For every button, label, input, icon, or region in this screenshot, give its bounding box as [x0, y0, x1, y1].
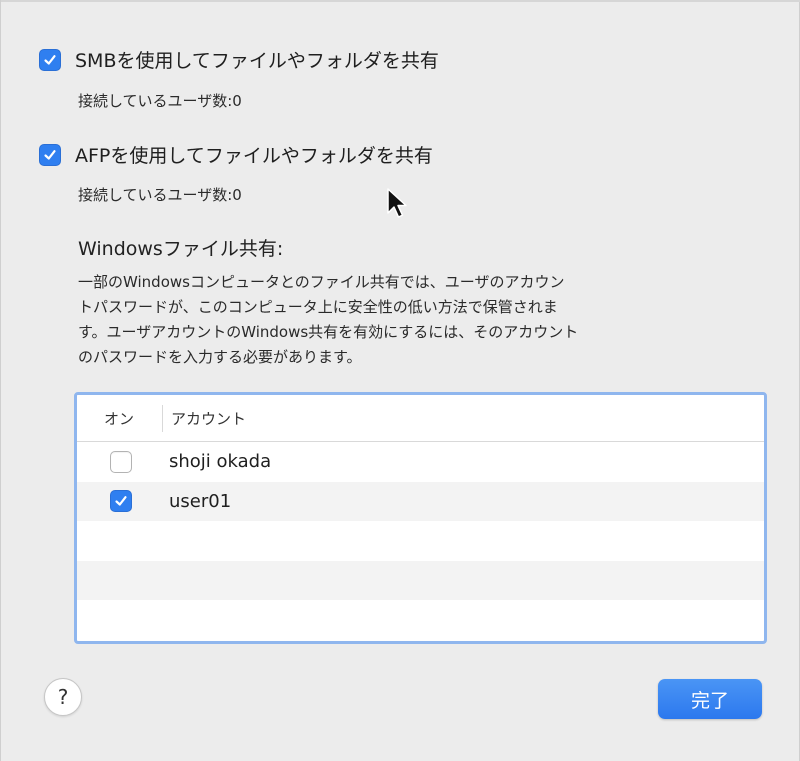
smb-checkbox[interactable]: [39, 48, 61, 71]
table-row-empty: [77, 600, 764, 640]
mouse-pointer-icon: [387, 188, 407, 218]
checkmark-icon: [44, 149, 56, 160]
help-button[interactable]: ?: [44, 678, 82, 716]
accounts-table[interactable]: オン アカウント shoji okada user01: [74, 392, 767, 644]
afp-connected-users: 接続しているユーザ数:0: [78, 186, 242, 204]
account-name: user01: [169, 490, 232, 512]
sharing-options-sheet: SMBを使用してファイルやフォルダを共有 接続しているユーザ数:0 AFPを使用…: [0, 0, 800, 761]
checkmark-icon: [44, 54, 56, 65]
smb-option-row[interactable]: SMBを使用してファイルやフォルダを共有: [39, 46, 439, 73]
afp-checkbox[interactable]: [39, 143, 61, 166]
smb-connected-users: 接続しているユーザ数:0: [78, 92, 242, 110]
description-line: トパスワードが、このコンピュータ上に安全性の低い方法で保管されま: [78, 298, 558, 316]
table-row[interactable]: shoji okada: [77, 442, 764, 482]
column-header-account[interactable]: アカウント: [163, 408, 246, 429]
done-button[interactable]: 完了: [658, 679, 762, 719]
column-header-on[interactable]: オン: [77, 404, 163, 432]
afp-option-label: AFPを使用してファイルやフォルダを共有: [75, 145, 433, 167]
windows-sharing-title: Windowsファイル共有:: [78, 238, 284, 260]
table-row-empty: [77, 560, 764, 600]
description-line: す。ユーザアカウントのWindows共有を有効にするには、そのアカウント: [78, 323, 579, 341]
table-row[interactable]: user01: [77, 481, 764, 521]
description-line: 一部のWindowsコンピュータとのファイル共有では、ユーザのアカウン: [78, 273, 565, 291]
table-row-empty: [77, 521, 764, 561]
account-name: shoji okada: [169, 451, 272, 473]
account-enable-checkbox[interactable]: [110, 490, 132, 513]
description-line: のパスワードを入力する必要があります。: [78, 348, 362, 366]
sheet-top-edge: [1, 0, 800, 2]
smb-option-label: SMBを使用してファイルやフォルダを共有: [75, 50, 439, 72]
account-enable-checkbox[interactable]: [110, 450, 132, 473]
afp-option-row[interactable]: AFPを使用してファイルやフォルダを共有: [39, 141, 433, 168]
table-header: オン アカウント: [77, 395, 764, 442]
checkmark-icon: [115, 496, 127, 506]
windows-sharing-description: 一部のWindowsコンピュータとのファイル共有では、ユーザのアカウン トパスワ…: [78, 270, 758, 370]
